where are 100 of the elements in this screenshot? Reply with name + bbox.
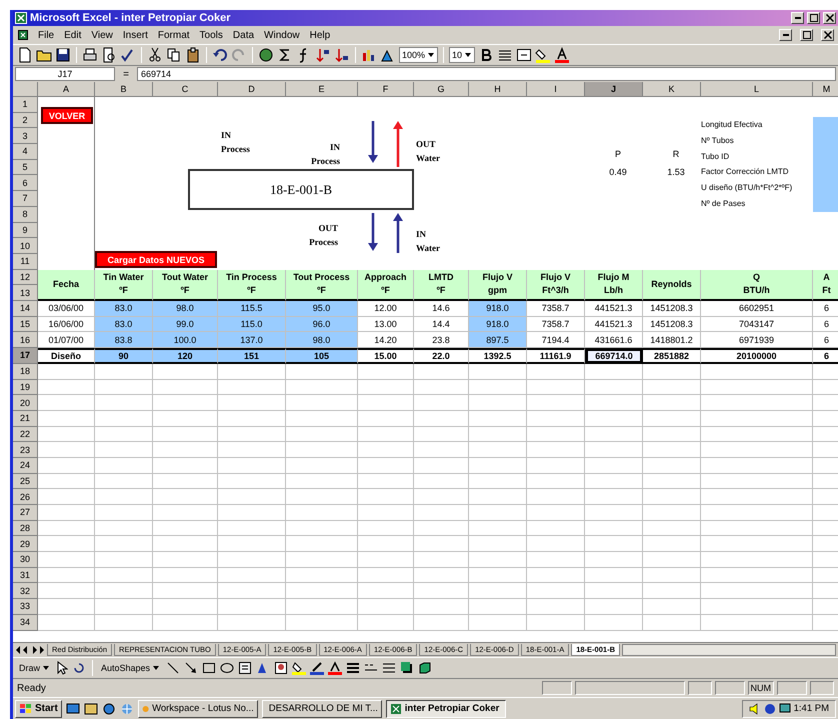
table-cell[interactable]: 137.0 <box>218 332 286 348</box>
empty-cell[interactable] <box>218 458 286 474</box>
empty-cell[interactable] <box>95 426 153 442</box>
empty-cell[interactable] <box>527 474 585 490</box>
empty-cell[interactable] <box>701 426 813 442</box>
empty-cell[interactable] <box>643 442 701 458</box>
line-icon[interactable] <box>166 661 180 675</box>
copy-icon[interactable] <box>166 47 182 63</box>
empty-cell[interactable] <box>218 520 286 536</box>
bar-chart-icon[interactable] <box>361 47 377 63</box>
minimize-button[interactable] <box>791 12 804 24</box>
empty-cell[interactable] <box>153 364 218 380</box>
menu-item[interactable]: View <box>90 30 114 40</box>
empty-cell[interactable] <box>358 536 414 552</box>
empty-cell[interactable] <box>153 426 218 442</box>
table-cell[interactable]: 6 <box>813 348 838 364</box>
empty-cell[interactable] <box>153 505 218 521</box>
monitor-icon[interactable] <box>778 702 791 714</box>
arrow-style-icon[interactable] <box>382 661 396 675</box>
empty-cell[interactable] <box>585 364 643 380</box>
table-cell[interactable]: 6602951 <box>701 301 813 317</box>
empty-cell[interactable] <box>95 505 153 521</box>
row-header[interactable]: 15 <box>13 316 38 332</box>
back-button[interactable]: VOLVER <box>41 107 93 124</box>
table-cell[interactable]: 7194.4 <box>527 332 585 348</box>
table-cell[interactable]: 6 <box>813 332 838 348</box>
table-cell[interactable]: 98.0 <box>153 301 218 317</box>
empty-cell[interactable] <box>286 426 358 442</box>
empty-cell[interactable] <box>585 614 643 631</box>
empty-cell[interactable] <box>95 536 153 552</box>
row-header[interactable]: 18 <box>13 364 38 380</box>
empty-cell[interactable] <box>414 614 469 631</box>
empty-cell[interactable] <box>153 380 218 396</box>
row-header[interactable]: 29 <box>13 536 38 552</box>
empty-cell[interactable] <box>286 614 358 631</box>
empty-cell[interactable] <box>643 395 701 411</box>
table-cell[interactable]: 96.0 <box>286 316 358 332</box>
horizontal-scrollbar[interactable] <box>622 644 836 656</box>
empty-cell[interactable] <box>585 583 643 600</box>
empty-cell[interactable] <box>153 552 218 568</box>
empty-cell[interactable] <box>469 364 527 380</box>
empty-cell[interactable] <box>286 395 358 411</box>
empty-cell[interactable] <box>585 568 643 584</box>
empty-cell[interactable] <box>701 552 813 568</box>
sort-descending-icon[interactable] <box>334 47 350 63</box>
empty-cell[interactable] <box>414 536 469 552</box>
empty-cell[interactable] <box>701 505 813 521</box>
empty-cell[interactable] <box>153 489 218 506</box>
empty-cell[interactable] <box>358 458 414 474</box>
menu-item[interactable]: Help <box>308 30 332 40</box>
table-cell[interactable]: 120 <box>153 348 218 364</box>
empty-cell[interactable] <box>701 520 813 536</box>
empty-cell[interactable] <box>527 426 585 442</box>
row-header[interactable]: 8 <box>13 206 38 222</box>
table-cell[interactable]: 20100000 <box>701 348 813 364</box>
empty-cell[interactable] <box>286 474 358 490</box>
empty-cell[interactable] <box>286 520 358 536</box>
row-header[interactable]: 5 <box>13 160 38 176</box>
empty-cell[interactable] <box>95 599 153 615</box>
select-all-corner[interactable] <box>13 82 38 97</box>
table-cell[interactable]: 115.5 <box>218 301 286 317</box>
table-cell[interactable]: 2851882 <box>643 348 701 364</box>
empty-cell[interactable] <box>585 489 643 506</box>
empty-cell[interactable] <box>585 395 643 411</box>
empty-cell[interactable] <box>643 410 701 427</box>
empty-cell[interactable] <box>527 520 585 536</box>
table-cell[interactable]: 22.0 <box>414 348 469 364</box>
empty-cell[interactable] <box>701 536 813 552</box>
table-cell[interactable]: 6971939 <box>701 332 813 348</box>
empty-cell[interactable] <box>701 489 813 506</box>
empty-cell[interactable] <box>701 583 813 600</box>
row-header[interactable]: 12 <box>13 270 38 286</box>
empty-cell[interactable] <box>153 520 218 536</box>
row-header[interactable]: 7 <box>13 191 38 207</box>
empty-cell[interactable] <box>527 395 585 411</box>
table-cell[interactable]: 14.20 <box>358 332 414 348</box>
empty-cell[interactable] <box>414 458 469 474</box>
scissors-icon[interactable] <box>147 47 163 63</box>
start-button[interactable]: Start <box>15 700 62 718</box>
empty-cell[interactable] <box>153 568 218 584</box>
column-header[interactable]: D <box>218 82 286 97</box>
empty-cell[interactable] <box>469 583 527 600</box>
browser-icon[interactable] <box>102 702 116 716</box>
column-header[interactable]: C <box>153 82 218 97</box>
empty-cell[interactable] <box>469 520 527 536</box>
empty-cell[interactable] <box>358 520 414 536</box>
shadow-icon[interactable] <box>400 661 414 675</box>
empty-cell[interactable] <box>643 614 701 631</box>
empty-cell[interactable] <box>701 442 813 458</box>
text-box-icon[interactable] <box>238 661 252 675</box>
empty-cell[interactable] <box>286 599 358 615</box>
maximize-button[interactable] <box>807 12 820 24</box>
row-header[interactable]: 27 <box>13 505 38 521</box>
table-cell[interactable]: 151 <box>218 348 286 364</box>
empty-cell[interactable] <box>358 410 414 427</box>
empty-cell[interactable] <box>218 536 286 552</box>
table-cell[interactable]: 90 <box>95 348 153 364</box>
empty-cell[interactable] <box>469 380 527 396</box>
empty-cell[interactable] <box>286 583 358 600</box>
menu-item[interactable]: Data <box>232 30 256 40</box>
